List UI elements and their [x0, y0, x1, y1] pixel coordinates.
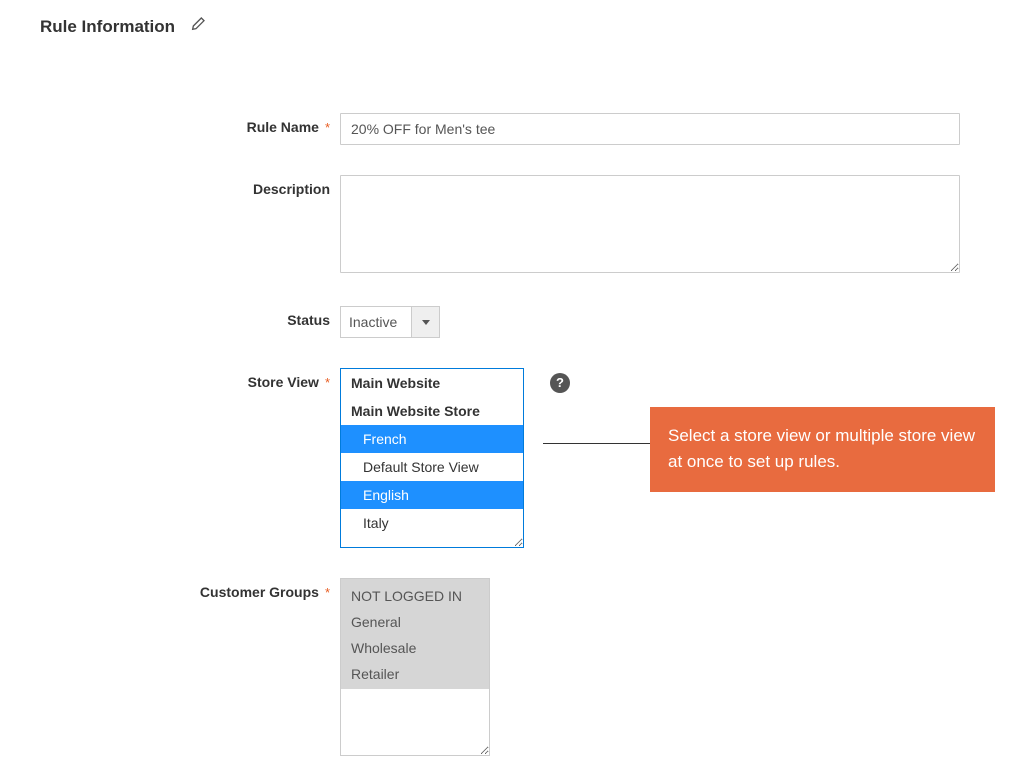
chevron-down-icon	[411, 307, 439, 337]
rule-name-input[interactable]	[340, 113, 960, 145]
section-header: Rule Information	[0, 0, 1024, 53]
label-store-view: Store View*	[0, 368, 340, 390]
store-view-multiselect[interactable]: Main WebsiteMain Website StoreFrenchDefa…	[340, 368, 524, 548]
required-mark: *	[325, 120, 330, 135]
store-view-option[interactable]: Main Website Store	[341, 397, 523, 425]
customer-group-option[interactable]: NOT LOGGED IN	[341, 583, 489, 609]
label-rule-name: Rule Name*	[0, 113, 340, 135]
status-select[interactable]: Inactive	[340, 306, 440, 338]
row-status: Status Inactive	[0, 306, 1024, 338]
callout-tooltip: Select a store view or multiple store vi…	[650, 407, 995, 492]
help-icon[interactable]: ?	[550, 373, 570, 393]
store-view-option[interactable]: English	[341, 481, 523, 509]
row-description: Description	[0, 175, 1024, 276]
description-textarea[interactable]	[340, 175, 960, 273]
required-mark: *	[325, 375, 330, 390]
customer-groups-multiselect[interactable]: NOT LOGGED INGeneralWholesaleRetailer	[340, 578, 490, 756]
store-view-option[interactable]: Italy	[341, 509, 523, 537]
section-title: Rule Information	[40, 17, 175, 37]
label-description: Description	[0, 175, 340, 197]
row-rule-name: Rule Name*	[0, 113, 1024, 145]
customer-group-option[interactable]: Retailer	[341, 661, 489, 687]
customer-group-option[interactable]: General	[341, 609, 489, 635]
edit-icon[interactable]	[190, 16, 206, 37]
customer-group-option[interactable]: Wholesale	[341, 635, 489, 661]
label-status: Status	[0, 306, 340, 328]
label-customer-groups: Customer Groups*	[0, 578, 340, 600]
store-view-option[interactable]: Main Website	[341, 369, 523, 397]
required-mark: *	[325, 585, 330, 600]
store-view-option[interactable]: French	[341, 425, 523, 453]
status-value: Inactive	[341, 307, 411, 337]
callout-connector	[543, 443, 650, 444]
row-customer-groups: Customer Groups* NOT LOGGED INGeneralWho…	[0, 578, 1024, 756]
store-view-option[interactable]: Default Store View	[341, 453, 523, 481]
